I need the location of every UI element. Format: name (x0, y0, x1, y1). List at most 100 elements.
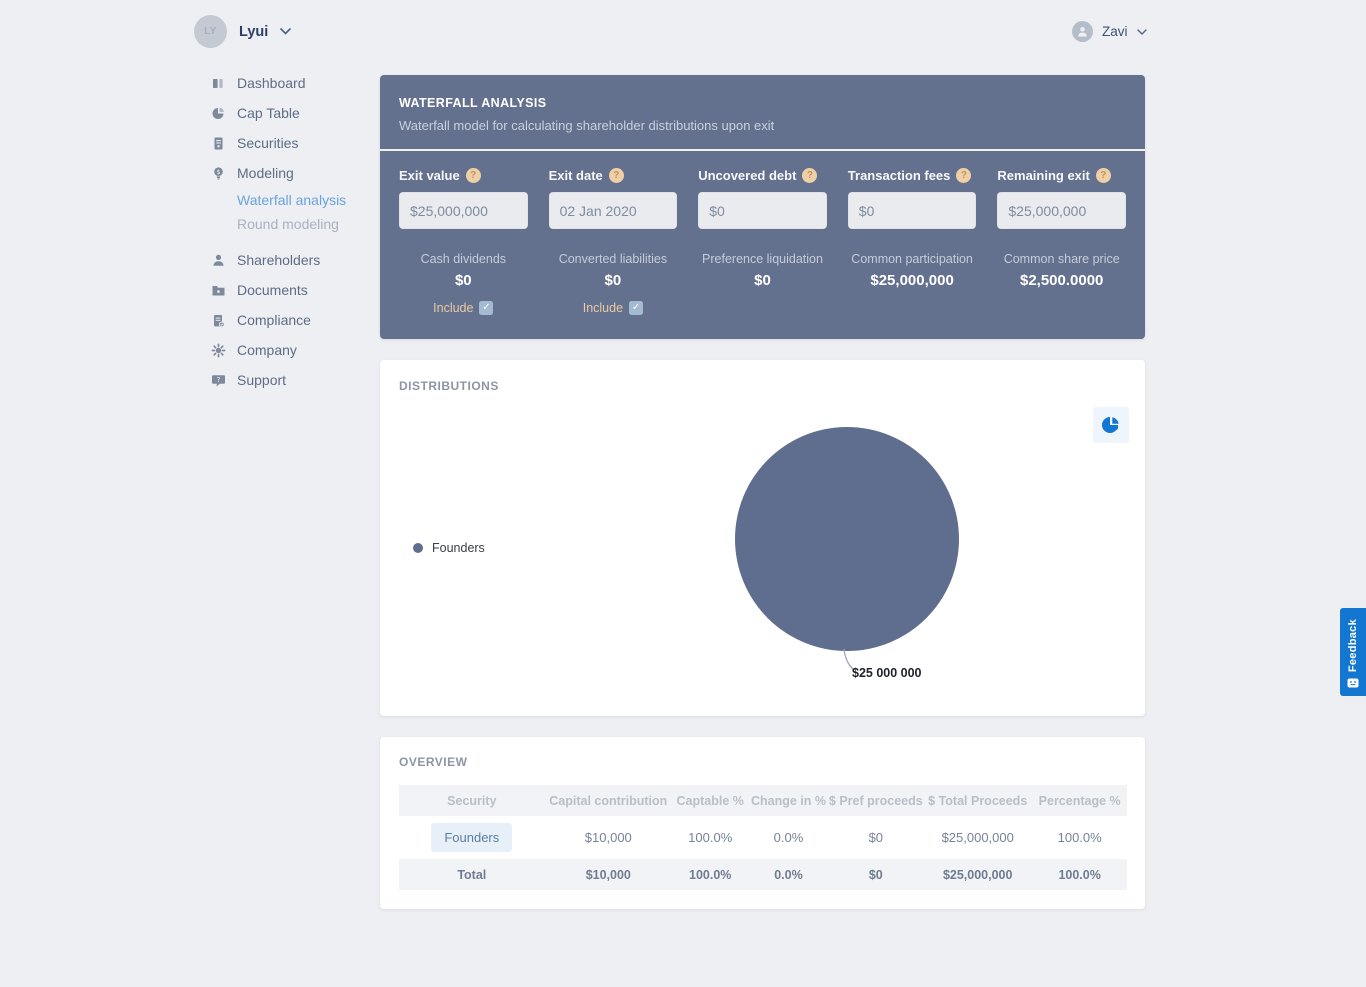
workspace-switcher[interactable]: LY Lyui (194, 15, 292, 48)
legend-swatch-founders (413, 543, 423, 553)
stat-value: $2,500.0000 (1019, 272, 1104, 289)
sidebar-item-label: Securities (237, 135, 299, 151)
cell-pref-proceeds: $0 (868, 830, 884, 845)
waterfall-panel-body: Exit value? Exit date? Uncovered debt? T… (380, 151, 1145, 339)
column-header: Captable % (671, 785, 749, 816)
sidebar-item-label: Documents (237, 282, 308, 298)
sidebar-item-support[interactable]: ? Support (210, 365, 380, 395)
feedback-face-icon (1347, 678, 1359, 688)
sidebar-item-documents[interactable]: Documents (210, 275, 380, 305)
stat-label: Common participation (851, 252, 973, 266)
distributions-card: DISTRIBUTIONS Founders $25 000 000 (380, 360, 1145, 716)
help-icon[interactable]: ? (802, 168, 818, 183)
person-icon (1076, 25, 1089, 38)
column-header: $ Pref proceeds (828, 785, 924, 816)
dashboard-icon (210, 76, 226, 91)
pie-chart-icon (1101, 415, 1121, 435)
help-icon[interactable]: ? (608, 168, 624, 183)
stat-common-participation: Common participation $25,000,000 (848, 252, 977, 315)
cell-capital-contribution: $10,000 (544, 859, 672, 890)
clipboard-check-icon (210, 313, 226, 328)
sidebar-item-shareholders[interactable]: Shareholders (210, 245, 380, 275)
stat-label: Cash dividends (420, 252, 507, 266)
field-transaction-fees: Transaction fees? (847, 168, 977, 229)
include-label: Include (582, 301, 624, 315)
sidebar-item-label: Cap Table (237, 105, 300, 121)
column-header: Percentage % (1032, 785, 1127, 816)
lightbulb-icon: $ (210, 166, 226, 181)
table-header-row: Security Capital contribution Captable %… (399, 785, 1127, 816)
column-header: $ Total Proceeds (923, 785, 1033, 816)
pie-slice-value-label: $25 000 000 (852, 666, 922, 680)
help-icon[interactable]: ? (956, 168, 972, 183)
sidebar-item-modeling[interactable]: $ Modeling (210, 158, 380, 188)
waterfall-inputs-row: Exit value? Exit date? Uncovered debt? T… (399, 168, 1126, 229)
sidebar-item-label: Modeling (237, 165, 294, 181)
field-label: Exit date (548, 168, 603, 183)
include-checkbox[interactable] (479, 301, 494, 315)
help-icon[interactable]: ? (465, 168, 481, 183)
sidebar: Dashboard Cap Table Securities $ Modelin… (210, 68, 380, 395)
help-icon[interactable]: ? (1095, 168, 1111, 183)
feedback-label: Feedback (1347, 619, 1359, 673)
cell-change-pct: 0.0% (748, 859, 829, 890)
workspace-name: Lyui (239, 23, 269, 40)
cell-captable-pct: 100.0% (688, 830, 733, 845)
overview-card: OVERVIEW Security Capital contribution C… (380, 737, 1145, 909)
page-subtitle: Waterfall model for calculating sharehol… (399, 118, 775, 133)
chart-legend[interactable]: Founders (413, 541, 485, 555)
stat-label: Preference liquidation (702, 252, 823, 266)
pie-slice-founders[interactable] (735, 427, 959, 651)
sidebar-item-compliance[interactable]: Compliance (210, 305, 380, 335)
column-header: Security (399, 785, 545, 816)
chevron-down-icon (280, 28, 292, 35)
stat-value: $0 (604, 272, 622, 289)
overview-table: Security Capital contribution Captable %… (399, 785, 1127, 890)
cell-total-proceeds: $25,000,000 (941, 830, 1014, 845)
column-header: Capital contribution (544, 785, 672, 816)
stat-label: Common share price (1003, 252, 1120, 266)
modeling-subnav: Waterfall analysis Round modeling (237, 188, 380, 236)
svg-text:$: $ (216, 168, 220, 175)
remaining-exit-input[interactable] (997, 192, 1126, 229)
sidebar-item-dashboard[interactable]: Dashboard (210, 68, 380, 98)
workspace-initials: LY (204, 26, 217, 37)
sidebar-item-company[interactable]: Company (210, 335, 380, 365)
cell-captable-pct: 100.0% (671, 859, 749, 890)
field-label: Exit value (399, 168, 460, 183)
sidebar-item-waterfall-analysis[interactable]: Waterfall analysis (237, 188, 380, 212)
stat-label: Converted liabilities (558, 252, 668, 266)
uncovered-debt-input[interactable] (698, 192, 827, 229)
help-bubble-icon: ? (210, 373, 226, 388)
stat-preference-liquidation: Preference liquidation $0 (698, 252, 827, 315)
include-checkbox[interactable] (629, 301, 644, 315)
person-icon (210, 253, 226, 268)
workspace-avatar: LY (194, 15, 227, 48)
table-row-total: Total $10,000 100.0% 0.0% $0 $25,000,000… (399, 859, 1127, 890)
sidebar-item-round-modeling[interactable]: Round modeling (237, 212, 380, 236)
cell-change-pct: 0.0% (773, 830, 804, 845)
feedback-button[interactable]: Feedback (1340, 608, 1366, 696)
field-uncovered-debt: Uncovered debt? (698, 168, 827, 229)
pie-chart-icon (210, 106, 226, 121)
security-chip-founders[interactable]: Founders (431, 823, 513, 852)
gear-icon (210, 343, 226, 358)
column-header: Change in % (748, 785, 829, 816)
main-content: WATERFALL ANALYSIS Waterfall model for c… (380, 75, 1145, 909)
sidebar-item-cap-table[interactable]: Cap Table (210, 98, 380, 128)
cell-total-proceeds: $25,000,000 (923, 859, 1033, 890)
chart-type-toggle-button[interactable] (1093, 407, 1129, 443)
sidebar-item-label: Compliance (237, 312, 311, 328)
cell-capital-contribution: $10,000 (584, 830, 632, 845)
app-root: LY Lyui Zavi Dashboard Cap Table Securit… (0, 0, 1366, 987)
sidebar-item-securities[interactable]: Securities (210, 128, 380, 158)
user-menu[interactable]: Zavi (1072, 21, 1147, 42)
cell-percentage-pct: 100.0% (1032, 859, 1127, 890)
exit-date-input[interactable] (548, 192, 678, 229)
certificate-icon (210, 136, 226, 151)
stat-converted-liabilities: Converted liabilities $0 Include (549, 252, 678, 315)
exit-value-input[interactable] (399, 192, 528, 229)
transaction-fees-input[interactable] (847, 192, 977, 229)
cell-percentage-pct: 100.0% (1057, 830, 1102, 845)
chevron-down-icon (1136, 28, 1147, 35)
